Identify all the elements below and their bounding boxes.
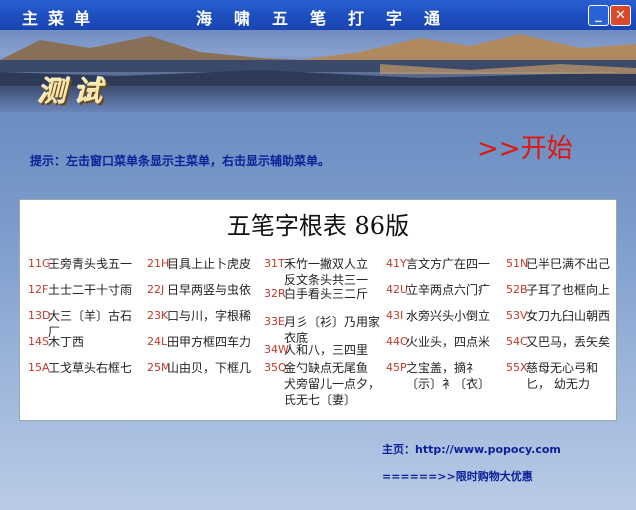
- key-code: 35Q: [264, 361, 287, 374]
- title-bar: 主菜单 海啸五笔打字通 _ ✕: [0, 0, 636, 30]
- table-row: 22J 日早两竖与虫依: [147, 282, 251, 308]
- table-row: 44O 火业头，四点米: [386, 334, 490, 360]
- table-row: 23K 口与川，字根稀: [147, 308, 251, 334]
- key-code: 42U: [386, 283, 409, 296]
- root-mnemonic: 目具上止卜虎皮: [167, 257, 252, 271]
- table-row: 21H 目具上止卜虎皮: [147, 256, 251, 282]
- root-mnemonic: 火业头，四点米: [406, 335, 491, 349]
- table-row: 45P 之宝盖，摘礻 〔示〕衤〔衣〕: [386, 360, 501, 391]
- table-row: 42U 立辛两点六门疒: [386, 282, 490, 308]
- table-row: 35Q 金勺缺点无尾鱼 犬旁留儿一点夕， 氏无七〔妻〕: [264, 360, 382, 407]
- table-row: 54C 又巴马，丢矢矣: [506, 334, 610, 360]
- key-code: 55X: [506, 361, 528, 374]
- table-row: 31T 禾竹一撇双人立 反文条头共三一: [264, 256, 382, 287]
- root-mnemonic: 白手看头三二斤: [284, 287, 369, 301]
- table-row: 24L 田甲方框四车力: [147, 334, 251, 360]
- root-mnemonic: 日早两竖与虫依: [167, 283, 252, 297]
- key-code: 12F: [28, 283, 49, 296]
- table-row: 12F 土士二干十寸雨: [28, 282, 132, 308]
- key-code: 23K: [147, 309, 169, 322]
- promo-link[interactable]: ======>>限时购物大优惠: [382, 468, 533, 484]
- table-row: 41Y 言文方广在四一: [386, 256, 490, 282]
- hint-text: 提示：左击窗口菜单条显示主菜单，右击显示辅助菜单。: [30, 154, 331, 168]
- root-mnemonic: 又巴马，丢矢矣: [526, 335, 611, 349]
- key-code: 52B: [506, 283, 528, 296]
- minimize-button[interactable]: _: [588, 5, 609, 26]
- root-mnemonic: 立辛两点六门疒: [406, 283, 491, 297]
- root-mnemonic: 王旁青头戋五一: [48, 257, 133, 271]
- root-mnemonic: 禾竹一撇双人立 反文条头共三一: [284, 257, 369, 287]
- key-code: 22J: [147, 283, 165, 296]
- key-code: 41Y: [386, 257, 407, 270]
- key-code: 33E: [264, 315, 285, 328]
- key-code: 25M: [147, 361, 171, 374]
- key-code: 32R: [264, 287, 286, 300]
- root-mnemonic: 工戈草头右框七: [48, 361, 133, 375]
- close-button[interactable]: ✕: [610, 5, 631, 26]
- key-code: 43I: [386, 309, 404, 322]
- table-row: 15A 工戈草头右框七: [28, 360, 132, 386]
- table-row: 11G 王旁青头戋五一: [28, 256, 132, 282]
- key-code: 31T: [264, 257, 285, 270]
- table-title: 五笔字根表 86版: [226, 212, 410, 240]
- table-row: 32R 白手看头三二斤: [264, 286, 368, 312]
- key-code: 21H: [147, 257, 170, 270]
- root-mnemonic: 金勺缺点无尾鱼 犬旁留儿一点夕， 氏无七〔妻〕: [284, 361, 381, 407]
- window-title: 海啸五笔打字通: [196, 9, 463, 28]
- key-code: 14S: [28, 335, 49, 348]
- main-menu-button[interactable]: 主菜单: [22, 5, 100, 29]
- root-mnemonic: 言文方广在四一: [406, 257, 491, 271]
- root-mnemonic: 口与川，字根稀: [167, 309, 252, 323]
- root-mnemonic: 山由贝，下框几: [167, 361, 252, 375]
- root-mnemonic: 木丁西: [48, 335, 85, 349]
- key-code: 11G: [28, 257, 51, 270]
- table-row: 53V 女刀九臼山朝西: [506, 308, 610, 334]
- table-row: 33E 月彡〔衫〕乃用家 衣底: [264, 314, 382, 345]
- root-mnemonic: 子耳了也框向上: [526, 283, 611, 297]
- table-row: 43I 水旁兴头小倒立: [386, 308, 490, 334]
- root-mnemonic: 土士二干十寸雨: [48, 283, 133, 297]
- root-mnemonic: 田甲方框四车力: [167, 335, 252, 349]
- key-code: 24L: [147, 335, 168, 348]
- table-row: 13D 大三〔羊〕古石厂: [28, 308, 143, 339]
- root-mnemonic: 慈母无心弓和匕， 幼无力: [526, 361, 599, 391]
- table-row: 14S 木丁西: [28, 334, 84, 360]
- key-code: 54C: [506, 335, 528, 348]
- key-code: 15A: [28, 361, 50, 374]
- table-row: 51N 已半巳满不出己: [506, 256, 610, 282]
- key-code: 45P: [386, 361, 407, 374]
- key-code: 13D: [28, 309, 51, 322]
- key-code: 44O: [386, 335, 409, 348]
- root-mnemonic: 之宝盖，摘礻 〔示〕衤〔衣〕: [406, 361, 491, 391]
- table-row: 52B 子耳了也框向上: [506, 282, 610, 308]
- start-button[interactable]: >>开始: [477, 128, 573, 165]
- table-row: 55X 慈母无心弓和匕， 幼无力: [506, 360, 621, 391]
- section-title: 测试: [38, 75, 111, 108]
- table-row: 25M 山由贝，下框几: [147, 360, 251, 386]
- banner-image: 测试: [0, 30, 636, 112]
- root-mnemonic: 已半巳满不出己: [526, 257, 611, 271]
- key-code: 53V: [506, 309, 528, 322]
- key-code: 34W: [264, 343, 289, 356]
- wubi-root-table: 五笔字根表 86版 11G 王旁青头戋五一 12F 土士二干十寸雨 13D 大三〔羊〕古石…: [19, 199, 617, 421]
- app-window: 主菜单 海啸五笔打字通 _ ✕ 测试 提示：左击窗口菜单条显示主菜单，右击显示辅…: [0, 0, 636, 510]
- key-code: 51N: [506, 257, 529, 270]
- root-mnemonic: 女刀九臼山朝西: [526, 309, 611, 323]
- root-mnemonic: 水旁兴头小倒立: [406, 309, 491, 323]
- homepage-link[interactable]: 主页：http://www.popocy.com: [382, 441, 561, 457]
- root-mnemonic: 人和八，三四里: [284, 343, 369, 357]
